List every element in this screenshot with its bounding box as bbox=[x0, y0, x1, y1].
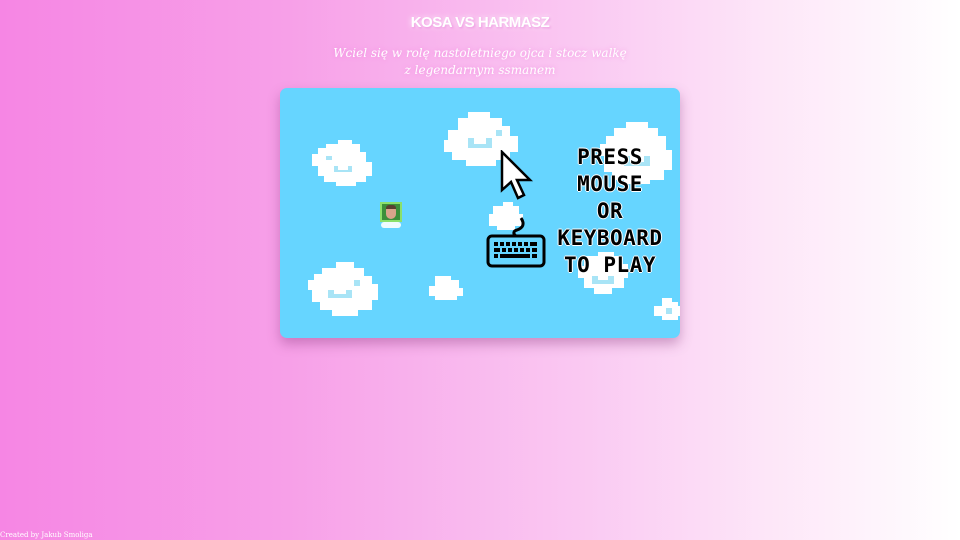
cloud-sprite bbox=[308, 262, 378, 316]
credit-text: Created by Jakub Smoliga bbox=[0, 531, 93, 539]
cloud-sprite bbox=[312, 140, 372, 186]
player-face-icon bbox=[380, 202, 402, 222]
cloud-sprite bbox=[654, 298, 680, 320]
prompt-line: OR bbox=[596, 199, 624, 223]
page-subtitle: Wciel się w rolę nastoletniego ojca i st… bbox=[333, 46, 627, 77]
prompt-line: MOUSE bbox=[577, 172, 643, 196]
prompt-line: TO PLAY bbox=[563, 253, 656, 277]
player-character bbox=[378, 200, 404, 228]
prompt-line: KEYBOARD bbox=[557, 226, 663, 250]
keyboard-icon bbox=[486, 217, 546, 268]
press-to-play-prompt: PRESS MOUSE OR KEYBOARD TO PLAY bbox=[547, 144, 673, 279]
mouse-cursor-icon bbox=[500, 150, 534, 200]
page-title: KOSA VS HARMASZ bbox=[410, 14, 550, 31]
cloud-sprite bbox=[429, 276, 463, 300]
prompt-line: PRESS bbox=[577, 145, 643, 169]
game-canvas[interactable]: PRESS MOUSE OR KEYBOARD TO PLAY bbox=[280, 88, 680, 338]
player-cloud bbox=[381, 222, 401, 228]
